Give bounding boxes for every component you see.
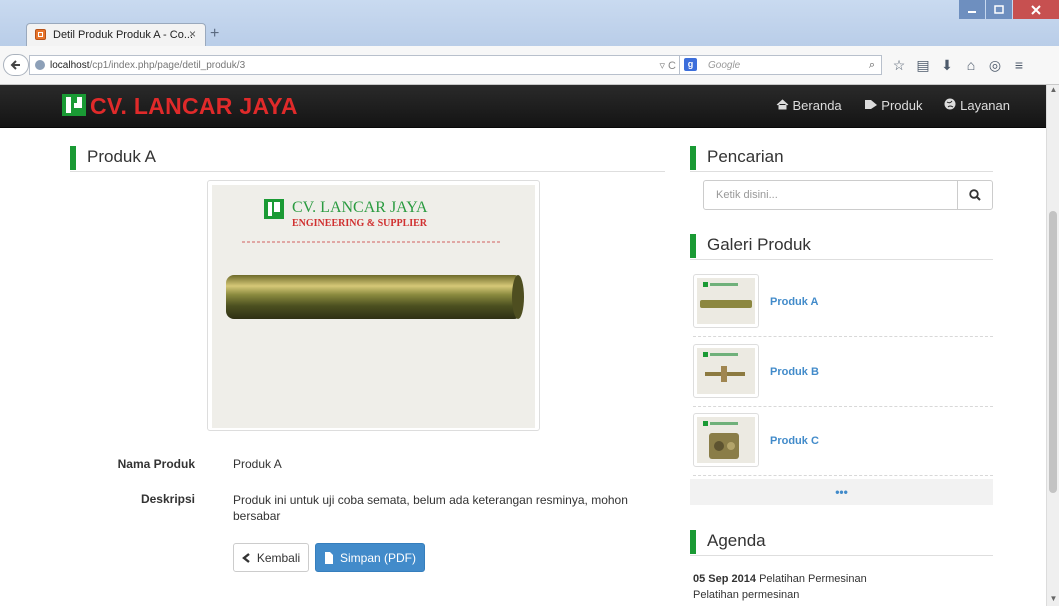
- heading-accent: [690, 530, 696, 554]
- tag-icon: [864, 100, 877, 109]
- download-icon[interactable]: ⬇: [936, 55, 958, 75]
- window-controls: [959, 0, 1059, 19]
- browser-toolbar: ☆ ▤ ⬇ ⌂ ◎ ≡: [888, 55, 1030, 75]
- product-photo-art: CV. LANCAR JAYA ENGINEERING & SUPPLIER: [212, 185, 535, 428]
- agenda-entry[interactable]: 05 Sep 2014 Pelatihan Permesinan: [693, 573, 867, 585]
- nav-item-layanan[interactable]: Layanan: [944, 98, 1010, 113]
- window-close-button[interactable]: [1013, 0, 1059, 19]
- heading-accent: [690, 146, 696, 170]
- thumb-art: [697, 278, 755, 324]
- agenda-heading: Agenda: [690, 527, 993, 556]
- nav-item-beranda[interactable]: Beranda: [776, 98, 842, 113]
- page-scrollbar[interactable]: ▲ ▼: [1046, 85, 1059, 606]
- home-icon: [776, 99, 789, 110]
- gallery-link[interactable]: Produk C: [770, 435, 819, 447]
- chevron-left-icon: [241, 552, 250, 563]
- search-input[interactable]: [704, 181, 960, 209]
- logo-icon[interactable]: [62, 94, 86, 116]
- agenda-desc: Pelatihan permesinan: [693, 589, 800, 601]
- browser-titlebar: Detil Produk Produk A - Co... × +: [0, 0, 1059, 47]
- photo-caption: CV. LANCAR JAYA: [292, 199, 428, 216]
- reload-icon[interactable]: ▿ C: [659, 59, 676, 72]
- pdf-label: Simpan (PDF): [339, 550, 416, 565]
- nav-label: Beranda: [792, 98, 842, 113]
- field-label-nama: Nama Produk: [117, 457, 195, 471]
- search-heading-text: Pencarian: [707, 147, 784, 166]
- browser-search-placeholder: Google: [708, 60, 741, 71]
- url-host: localhost: [50, 60, 90, 71]
- bookmark-star-icon[interactable]: ☆: [888, 55, 910, 75]
- tab-close-icon[interactable]: ×: [189, 27, 196, 41]
- search-button[interactable]: [957, 181, 992, 209]
- scroll-thumb[interactable]: [1049, 211, 1057, 493]
- google-icon: g: [684, 58, 697, 71]
- scroll-down-icon[interactable]: ▼: [1047, 594, 1059, 606]
- minimize-icon: [968, 10, 976, 13]
- gallery-link[interactable]: Produk A: [770, 296, 819, 308]
- product-photo: CV. LANCAR JAYA ENGINEERING & SUPPLIER: [212, 185, 535, 428]
- agenda-date: 05 Sep 2014: [693, 573, 756, 585]
- menu-icon[interactable]: ≡: [1008, 55, 1030, 75]
- top-nav: Beranda Produk Layanan: [776, 98, 1010, 113]
- nav-label: Produk: [881, 98, 923, 113]
- new-tab-button[interactable]: +: [210, 25, 219, 43]
- search-group: [703, 180, 993, 210]
- product-title: Produk A: [87, 147, 156, 166]
- minimize-button[interactable]: [959, 0, 985, 19]
- gallery-item[interactable]: Produk C: [693, 409, 993, 476]
- agenda-title: Pelatihan Permesinan: [759, 573, 867, 585]
- arrow-left-icon: [10, 60, 20, 70]
- save-pdf-button[interactable]: Simpan (PDF): [315, 543, 425, 572]
- gallery-thumb[interactable]: [693, 344, 759, 398]
- nav-label: Layanan: [960, 98, 1010, 113]
- agenda-heading-text: Agenda: [707, 531, 766, 550]
- back-label: Kembali: [256, 550, 301, 565]
- gallery-heading-text: Galeri Produk: [707, 235, 811, 254]
- gallery-thumb[interactable]: [693, 413, 759, 467]
- gallery-link[interactable]: Produk B: [770, 366, 819, 378]
- site-brand[interactable]: CV. LANCAR JAYA: [90, 93, 298, 120]
- gallery-item[interactable]: Produk A: [693, 270, 993, 337]
- magnifier-icon[interactable]: ⌕: [869, 59, 875, 72]
- browser-tab[interactable]: Detil Produk Produk A - Co... ×: [26, 23, 206, 47]
- search-icon: [969, 189, 981, 201]
- heading-accent: [690, 234, 696, 258]
- gallery-more-button[interactable]: •••: [690, 479, 993, 505]
- gallery-thumb[interactable]: [693, 274, 759, 328]
- favicon-icon: [35, 29, 46, 40]
- thumb-art: [697, 348, 755, 394]
- home-icon[interactable]: ⌂: [960, 55, 982, 75]
- heading-accent: [70, 146, 76, 170]
- back-button[interactable]: Kembali: [233, 543, 309, 572]
- url-path: /cp1/index.php/page/detil_produk/3: [89, 60, 246, 71]
- address-bar[interactable]: localhost/cp1/index.php/page/detil_produ…: [29, 55, 683, 75]
- sync-icon[interactable]: ◎: [984, 55, 1006, 75]
- browser-navbar: localhost/cp1/index.php/page/detil_produ…: [0, 46, 1059, 85]
- gallery-heading: Galeri Produk: [690, 231, 993, 260]
- tab-title: Detil Produk Produk A - Co...: [53, 29, 194, 41]
- globe-icon: [944, 98, 956, 110]
- nav-item-produk[interactable]: Produk: [864, 98, 923, 113]
- globe-icon: [35, 60, 45, 70]
- field-label-deskripsi: Deskripsi: [140, 492, 195, 506]
- maximize-button[interactable]: [986, 0, 1012, 19]
- photo-subcaption: ENGINEERING & SUPPLIER: [292, 218, 428, 229]
- maximize-icon: [994, 4, 1004, 14]
- search-heading: Pencarian: [690, 143, 993, 172]
- field-value-deskripsi: Produk ini untuk uji coba semata, belum …: [233, 493, 628, 523]
- field-value-nama: Produk A: [233, 457, 282, 471]
- browser-search-bar[interactable]: g Google ⌕: [679, 55, 882, 75]
- url-text: localhost/cp1/index.php/page/detil_produ…: [50, 60, 245, 71]
- site-header: CV. LANCAR JAYA Beranda Produk Layanan: [0, 85, 1046, 128]
- reading-list-icon[interactable]: ▤: [912, 55, 934, 75]
- browser-back-button[interactable]: [3, 54, 29, 76]
- file-icon: [324, 551, 333, 564]
- product-heading: Produk A: [70, 143, 665, 172]
- close-icon: [1031, 4, 1041, 15]
- scroll-up-icon[interactable]: ▲: [1047, 85, 1059, 97]
- gallery-item[interactable]: Produk B: [693, 340, 993, 407]
- thumb-art: [697, 417, 755, 463]
- product-image: CV. LANCAR JAYA ENGINEERING & SUPPLIER: [207, 180, 540, 431]
